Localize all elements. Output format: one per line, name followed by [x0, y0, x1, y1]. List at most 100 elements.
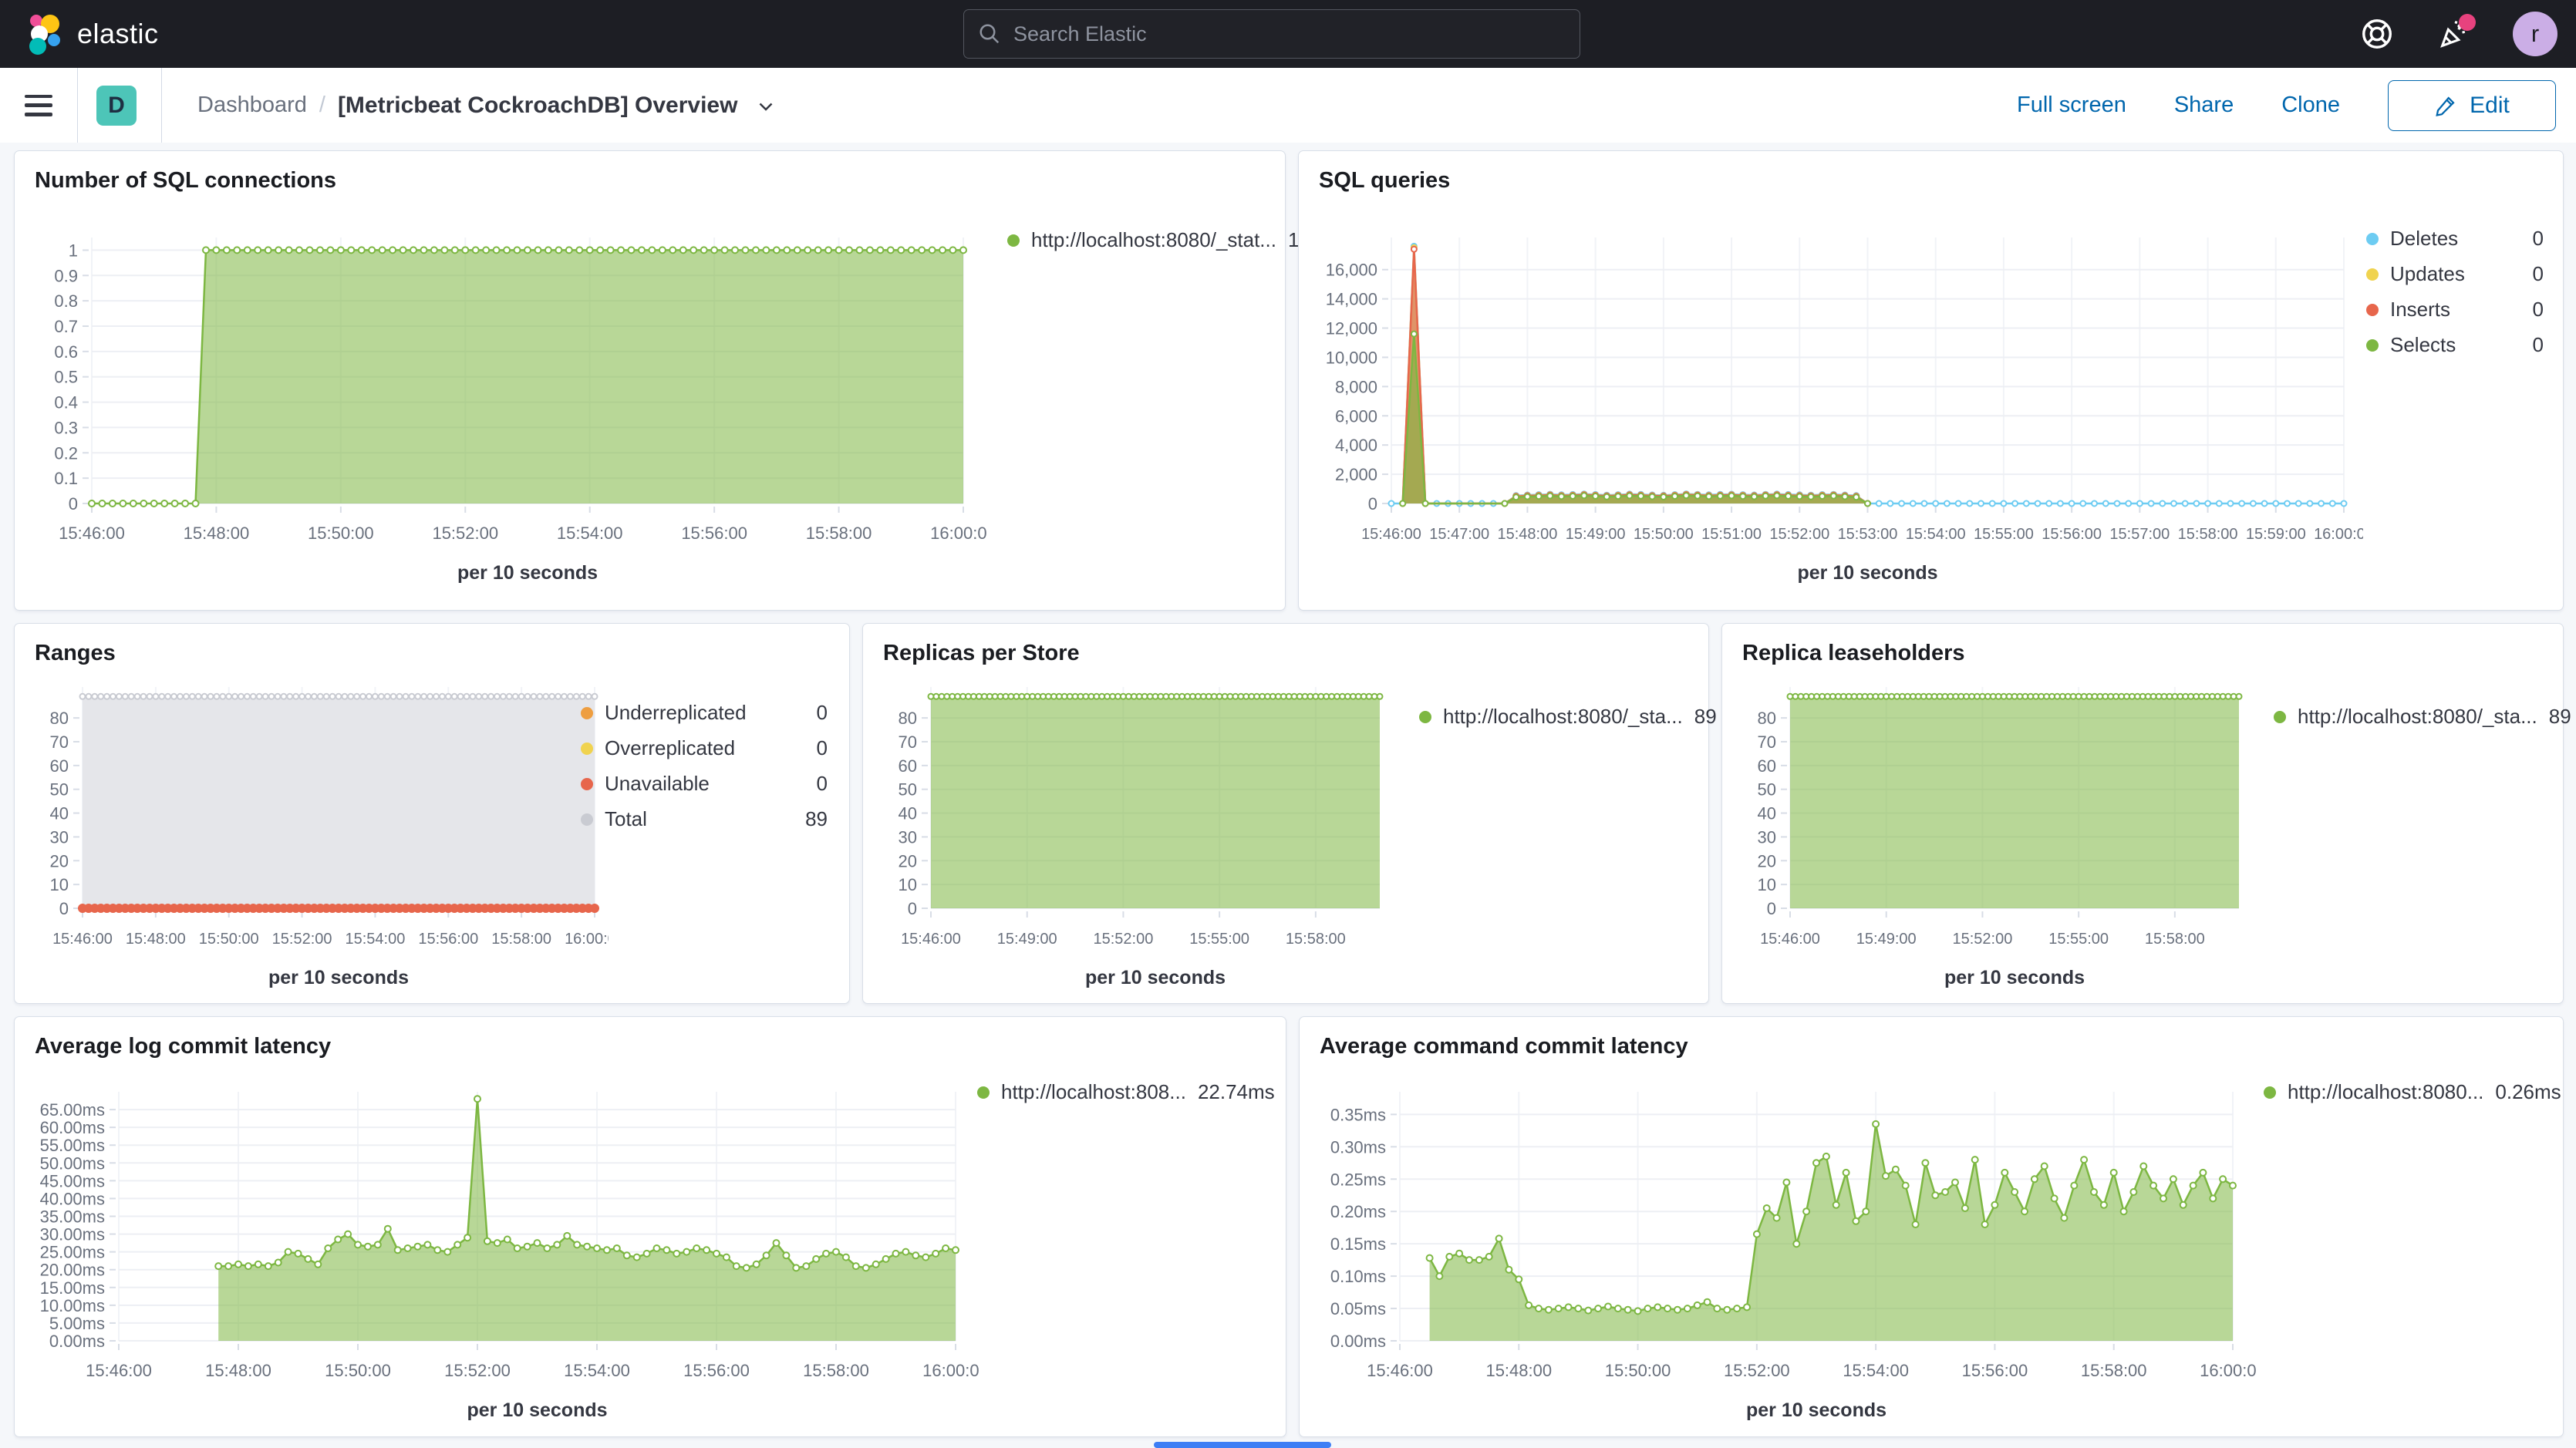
- svg-text:15:48:00: 15:48:00: [1497, 526, 1557, 543]
- avg-log-commit-latency-chart[interactable]: 15:46:0015:48:0015:50:0015:52:0015:54:00…: [22, 1065, 979, 1431]
- legend-item[interactable]: http://localhost:808...22.74ms: [977, 1080, 1263, 1104]
- svg-text:6,000: 6,000: [1335, 406, 1377, 426]
- svg-text:10.00ms: 10.00ms: [40, 1296, 105, 1315]
- legend-item[interactable]: Underreplicated0: [581, 701, 828, 725]
- svg-text:40: 40: [899, 804, 917, 823]
- svg-text:0: 0: [1767, 899, 1776, 918]
- svg-text:15:52:00: 15:52:00: [444, 1361, 511, 1380]
- search-input[interactable]: [1012, 22, 1539, 47]
- user-avatar[interactable]: r: [2513, 12, 2557, 56]
- legend-item[interactable]: Unavailable 0: [581, 772, 828, 796]
- legend-value: 0.26ms: [2495, 1080, 2561, 1104]
- news-icon[interactable]: [2436, 15, 2473, 52]
- full-screen-link[interactable]: Full screen: [2017, 93, 2126, 118]
- legend-value: 89: [805, 807, 828, 831]
- legend-label: Underreplicated: [605, 701, 747, 725]
- legend-value: 0: [2533, 227, 2544, 251]
- svg-text:20: 20: [50, 851, 69, 870]
- menu-button[interactable]: [25, 95, 52, 116]
- ranges-chart[interactable]: 15:46:0015:48:0015:50:0015:52:0015:54:00…: [22, 664, 609, 995]
- legend-value: 0: [2533, 262, 2544, 286]
- svg-text:60: 60: [50, 756, 69, 776]
- svg-text:15:54:00: 15:54:00: [557, 524, 623, 543]
- svg-text:1: 1: [69, 241, 78, 260]
- legend-item[interactable]: http://localhost:8080/_stat...1: [1007, 228, 1262, 252]
- svg-text:15:49:00: 15:49:00: [1566, 526, 1626, 543]
- svg-text:80: 80: [50, 709, 69, 728]
- legend-item[interactable]: Selects0: [2366, 333, 2544, 357]
- svg-text:15:54:00: 15:54:00: [564, 1361, 630, 1380]
- svg-text:15:46:00: 15:46:00: [52, 931, 113, 948]
- panel-title: Replicas per Store: [863, 624, 1708, 666]
- breadcrumb: Dashboard / [Metricbeat CockroachDB] Ove…: [197, 93, 777, 119]
- edit-button[interactable]: Edit: [2388, 80, 2556, 131]
- replicas-per-store-chart[interactable]: 15:46:0015:49:0015:52:0015:55:0015:58:00…: [871, 664, 1411, 995]
- breadcrumb-separator: /: [319, 93, 325, 118]
- legend-label: http://localhost:8080/_sta...: [2298, 705, 2537, 729]
- legend-item[interactable]: Updates0: [2366, 262, 2544, 286]
- svg-text:0.5: 0.5: [54, 368, 78, 387]
- svg-text:15:56:00: 15:56:00: [2042, 526, 2102, 543]
- global-header: elastic r: [0, 0, 2576, 68]
- legend-item[interactable]: Total 89: [581, 807, 828, 831]
- svg-text:0: 0: [908, 899, 917, 918]
- legend-label: Unavailable: [605, 772, 710, 796]
- svg-text:15.00ms: 15.00ms: [40, 1278, 105, 1298]
- legend-item[interactable]: Overreplicated0: [581, 736, 828, 760]
- legend-value: 0: [817, 736, 828, 760]
- svg-text:15:58:00: 15:58:00: [1286, 931, 1346, 948]
- legend-swatch: [2274, 711, 2286, 723]
- svg-text:0: 0: [69, 494, 78, 514]
- share-link[interactable]: Share: [2174, 93, 2234, 118]
- dashboard-badge[interactable]: D: [96, 86, 137, 126]
- svg-text:15:55:00: 15:55:00: [1189, 931, 1249, 948]
- svg-text:15:50:00: 15:50:00: [325, 1361, 391, 1380]
- svg-text:30: 30: [899, 827, 917, 847]
- svg-text:35.00ms: 35.00ms: [40, 1207, 105, 1227]
- replica-leaseholders-legend: http://localhost:8080/_sta...89: [2274, 705, 2544, 729]
- badge-letter: D: [108, 93, 125, 119]
- breadcrumb-dashboard-link[interactable]: Dashboard: [197, 93, 307, 118]
- svg-text:30: 30: [50, 827, 69, 847]
- panel-avg-command-commit-latency: Average command commit latency 15:46:001…: [1299, 1016, 2564, 1437]
- svg-text:10: 10: [50, 875, 69, 894]
- legend-item[interactable]: http://localhost:8080/_sta...89: [2274, 705, 2544, 729]
- svg-text:0.10ms: 0.10ms: [1330, 1267, 1386, 1286]
- svg-text:14,000: 14,000: [1326, 290, 1377, 309]
- avg-command-commit-latency-chart[interactable]: 15:46:0015:48:0015:50:0015:52:0015:54:00…: [1307, 1065, 2256, 1431]
- replicas-per-store-legend: http://localhost:8080/_sta...89: [1419, 705, 1689, 729]
- svg-text:per 10 seconds: per 10 seconds: [467, 1399, 607, 1421]
- legend-value: 0: [817, 772, 828, 796]
- legend-item[interactable]: http://localhost:8080...0.26ms: [2264, 1080, 2541, 1104]
- panel-title: SQL queries: [1299, 151, 2563, 194]
- svg-text:15:49:00: 15:49:00: [1856, 931, 1917, 948]
- legend-item[interactable]: http://localhost:8080/_sta...89: [1419, 705, 1689, 729]
- svg-text:65.00ms: 65.00ms: [40, 1100, 105, 1120]
- sql-connections-chart[interactable]: 15:46:0015:48:0015:50:0015:52:0015:54:00…: [22, 207, 986, 596]
- title-chevron-down-icon[interactable]: [754, 94, 777, 117]
- legend-value: 0: [2533, 298, 2544, 322]
- legend-swatch: [581, 778, 593, 790]
- horizontal-scrollbar-thumb[interactable]: [1154, 1442, 1331, 1448]
- global-search[interactable]: [963, 9, 1580, 59]
- legend-label: Total: [605, 807, 647, 831]
- legend-label: Selects: [2390, 333, 2456, 357]
- legend-label: http://localhost:8080...: [2288, 1080, 2483, 1104]
- svg-text:0.25ms: 0.25ms: [1330, 1170, 1386, 1189]
- svg-text:0.30ms: 0.30ms: [1330, 1137, 1386, 1157]
- legend-label: http://localhost:8080/_stat...: [1031, 228, 1276, 252]
- clone-link[interactable]: Clone: [2281, 93, 2340, 118]
- svg-text:per 10 seconds: per 10 seconds: [1085, 967, 1226, 988]
- elastic-logo[interactable]: elastic: [20, 11, 159, 57]
- svg-text:20: 20: [1758, 851, 1776, 870]
- legend-item[interactable]: Inserts0: [2366, 298, 2544, 322]
- legend-value: 22.74ms: [1198, 1080, 1275, 1104]
- help-icon[interactable]: [2359, 15, 2396, 52]
- sql-queries-chart[interactable]: 15:46:0015:47:0015:48:0015:49:0015:50:00…: [1307, 207, 2363, 596]
- svg-text:16:00:00: 16:00:00: [565, 931, 609, 948]
- panel-title: Ranges: [15, 624, 849, 666]
- legend-swatch: [2366, 268, 2379, 281]
- legend-item[interactable]: Deletes0: [2366, 227, 2544, 251]
- replica-leaseholders-chart[interactable]: 15:46:0015:49:0015:52:0015:55:0015:58:00…: [1730, 664, 2270, 995]
- svg-text:45.00ms: 45.00ms: [40, 1171, 105, 1190]
